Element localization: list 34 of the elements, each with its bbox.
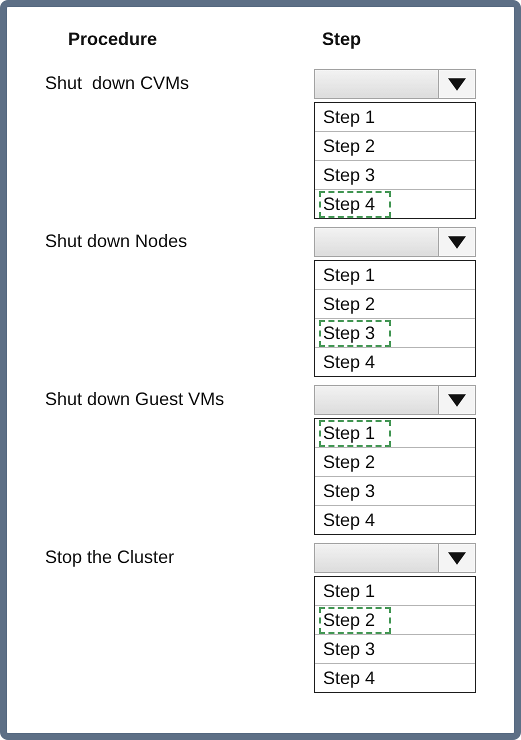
step-option[interactable]: Step 3 (319, 636, 382, 662)
dropdown-button[interactable] (438, 386, 475, 414)
dropdown-field[interactable] (314, 69, 476, 99)
procedure-label: Shut down CVMs (45, 73, 190, 95)
step-option[interactable]: Step 3 (319, 162, 382, 188)
caret-icon (448, 394, 466, 406)
procedure-label: Shut down Nodes (45, 231, 188, 253)
procedure-label: Stop the Cluster (45, 547, 174, 569)
dropdown-button[interactable] (438, 70, 475, 98)
dropdown-field[interactable] (314, 385, 476, 415)
step-option[interactable]: Step 1 (319, 420, 392, 446)
step-option[interactable]: Step 1 (319, 578, 382, 604)
caret-icon (448, 236, 466, 248)
dropdown-button[interactable] (438, 228, 475, 256)
step-option[interactable]: Step 1 (319, 104, 382, 130)
caret-icon (448, 552, 466, 564)
step-option[interactable]: Step 4 (319, 664, 382, 692)
step-option[interactable]: Step 2 (319, 290, 382, 318)
step-option[interactable]: Step 3 (319, 478, 382, 504)
step-option[interactable]: Step 4 (319, 506, 382, 534)
dropdown-button[interactable] (438, 544, 475, 572)
step-option[interactable]: Step 2 (319, 606, 392, 634)
step-option[interactable]: Step 2 (319, 448, 382, 476)
step-option[interactable]: Step 4 (319, 190, 392, 218)
dropdown-field[interactable] (314, 543, 476, 573)
step-option[interactable]: Step 2 (319, 132, 382, 160)
step-option[interactable]: Step 3 (319, 320, 392, 346)
step-option[interactable]: Step 4 (319, 348, 382, 376)
procedure-label: Shut down Guest VMs (45, 389, 224, 411)
column-header: Procedure (68, 28, 158, 50)
column-header: Step (322, 28, 362, 50)
dropdown-field[interactable] (314, 227, 476, 257)
step-option[interactable]: Step 1 (319, 262, 382, 288)
caret-icon (448, 78, 466, 90)
